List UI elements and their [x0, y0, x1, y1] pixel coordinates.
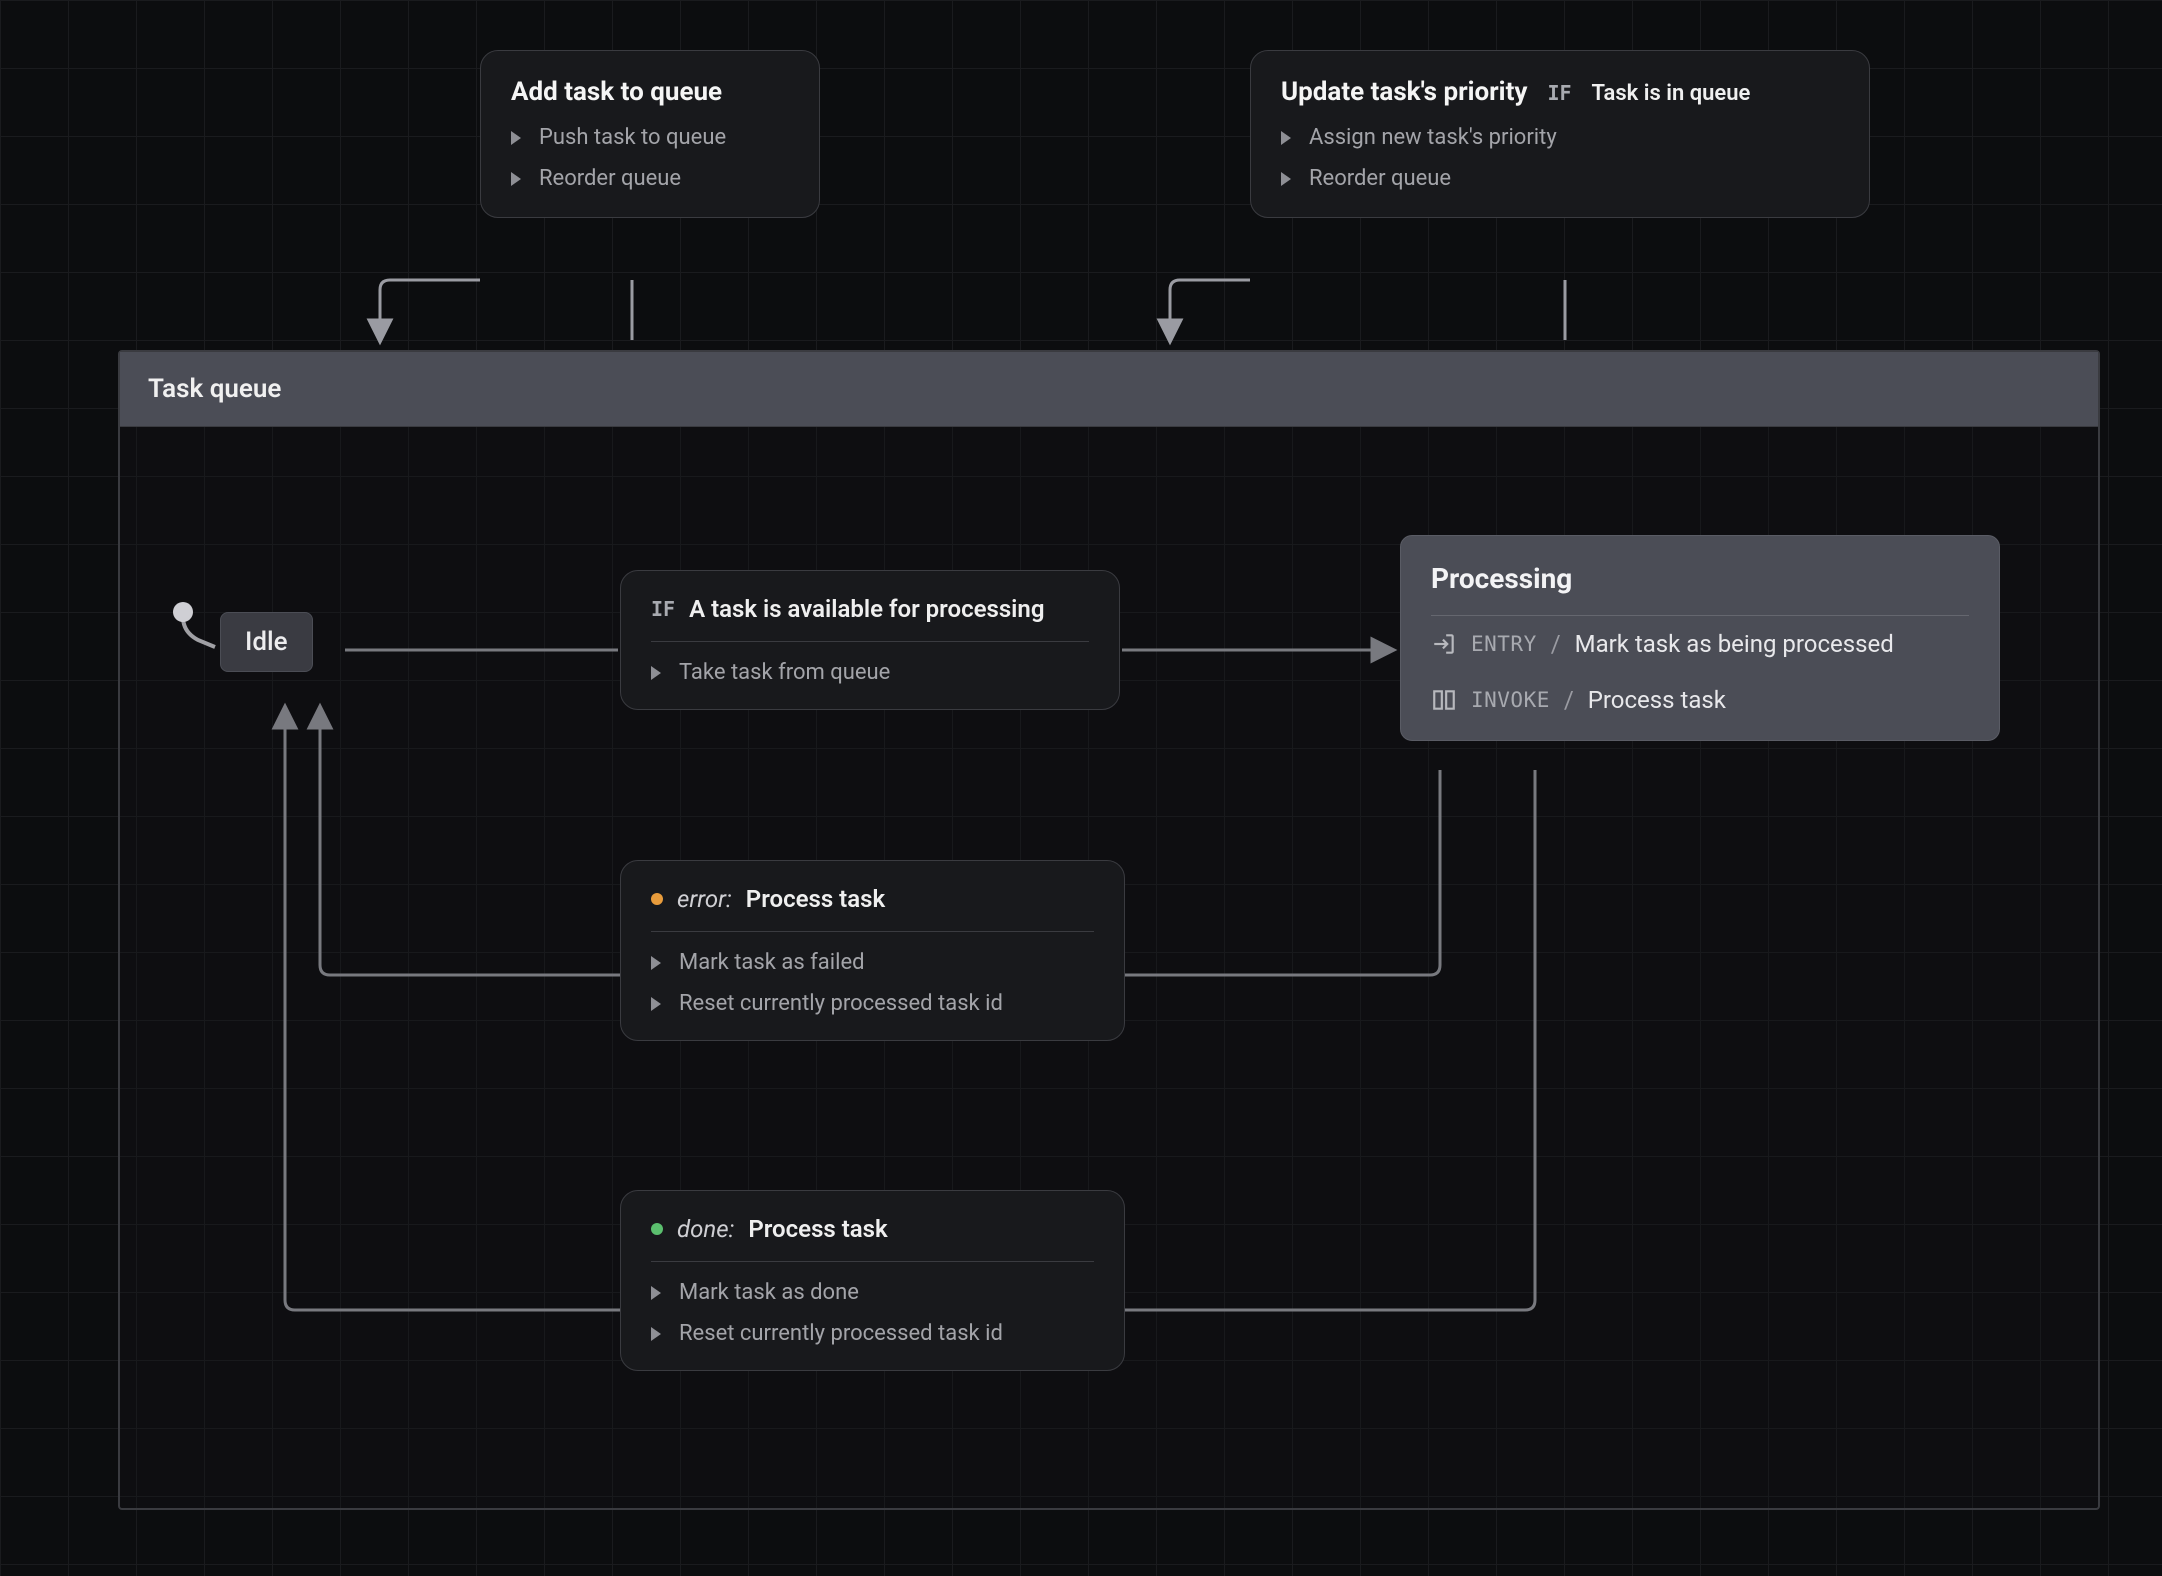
- action-item: Reset currently processed task id: [651, 991, 1094, 1016]
- if-condition: A task is available for processing: [689, 595, 1044, 623]
- diagram-canvas[interactable]: Add task to queue Push task to queue Reo…: [0, 0, 2162, 1576]
- event-update-priority-title: Update task's priority: [1281, 77, 1527, 107]
- state-processing-title: Processing: [1401, 536, 1999, 615]
- play-icon: [651, 956, 661, 970]
- play-icon: [651, 1286, 661, 1300]
- event-label: done:: [677, 1215, 734, 1243]
- action-item: Take task from queue: [651, 660, 1089, 685]
- status-dot-error-icon: [651, 893, 663, 905]
- event-source: Process task: [748, 1215, 887, 1243]
- event-update-priority[interactable]: Update task's priority IF Task is in que…: [1250, 50, 1870, 218]
- action-item: Reorder queue: [1281, 166, 1839, 191]
- transition-done[interactable]: done: Process task Mark task as done Res…: [620, 1190, 1125, 1371]
- transition-error[interactable]: error: Process task Mark task as failed …: [620, 860, 1125, 1041]
- action-item: Reset currently processed task id: [651, 1321, 1094, 1346]
- enter-icon: [1431, 631, 1457, 657]
- action-item: Reorder queue: [511, 166, 789, 191]
- if-condition: Task is in queue: [1592, 81, 1751, 106]
- action-item: Mark task as done: [651, 1280, 1094, 1305]
- play-icon: [511, 131, 521, 145]
- event-add-task[interactable]: Add task to queue Push task to queue Reo…: [480, 50, 820, 218]
- transition-available[interactable]: IF A task is available for processing Ta…: [620, 570, 1120, 710]
- status-dot-done-icon: [651, 1223, 663, 1235]
- if-keyword: IF: [1547, 81, 1571, 105]
- event-add-task-title: Add task to queue: [511, 77, 722, 107]
- play-icon: [651, 666, 661, 680]
- invoke-action-row: INVOKE / Process task: [1401, 672, 1999, 740]
- play-icon: [651, 997, 661, 1011]
- action-item: Push task to queue: [511, 125, 789, 150]
- entry-action-row: ENTRY / Mark task as being processed: [1401, 616, 1999, 672]
- play-icon: [651, 1327, 661, 1341]
- event-source: Process task: [746, 885, 885, 913]
- play-icon: [1281, 172, 1291, 186]
- action-item: Mark task as failed: [651, 950, 1094, 975]
- if-keyword: IF: [651, 597, 675, 621]
- event-label: error:: [677, 885, 732, 913]
- invoke-icon: [1431, 687, 1457, 713]
- action-item: Assign new task's priority: [1281, 125, 1839, 150]
- play-icon: [1281, 131, 1291, 145]
- state-processing[interactable]: Processing ENTRY / Mark task as being pr…: [1400, 535, 2000, 741]
- initial-state-marker: [173, 602, 193, 622]
- container-title: Task queue: [120, 352, 2098, 427]
- play-icon: [511, 172, 521, 186]
- state-idle[interactable]: Idle: [220, 612, 313, 672]
